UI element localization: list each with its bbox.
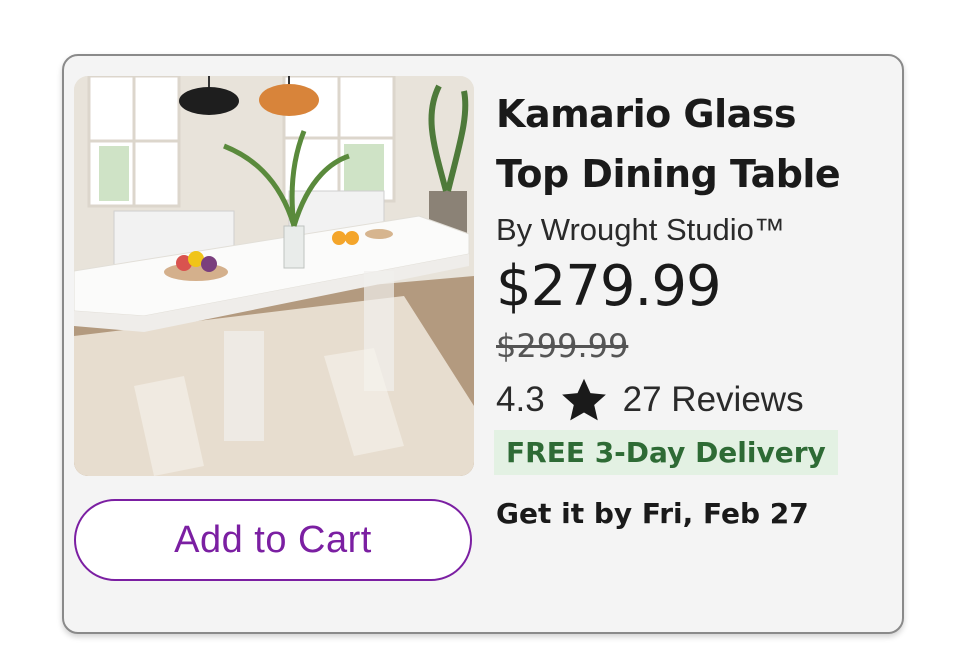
product-title-line1: Kamario Glass	[496, 92, 797, 136]
rating-value: 4.3	[496, 380, 545, 419]
product-image[interactable]	[74, 76, 474, 476]
product-title-line2: Top Dining Table	[496, 152, 841, 196]
add-to-cart-button[interactable]: Add to Cart	[74, 499, 472, 581]
product-title[interactable]: Kamario Glass Top Dining Table	[496, 84, 896, 204]
star-icon	[561, 378, 606, 421]
product-card[interactable]: Add to Cart Kamario Glass Top Dining Tab…	[62, 54, 904, 634]
review-count: 27 Reviews	[622, 380, 804, 419]
product-photo	[74, 76, 474, 476]
rating-row[interactable]: 4.3 27 Reviews	[496, 372, 896, 428]
product-info: Kamario Glass Top Dining Table By Wrough…	[494, 84, 896, 530]
product-brand[interactable]: By Wrought Studio™	[496, 210, 896, 250]
delivery-eta: Get it by Fri, Feb 27	[496, 497, 809, 530]
original-price: $299.99	[496, 327, 629, 365]
delivery-badge: FREE 3-Day Delivery	[494, 430, 838, 475]
sale-price: $279.99	[496, 254, 722, 319]
